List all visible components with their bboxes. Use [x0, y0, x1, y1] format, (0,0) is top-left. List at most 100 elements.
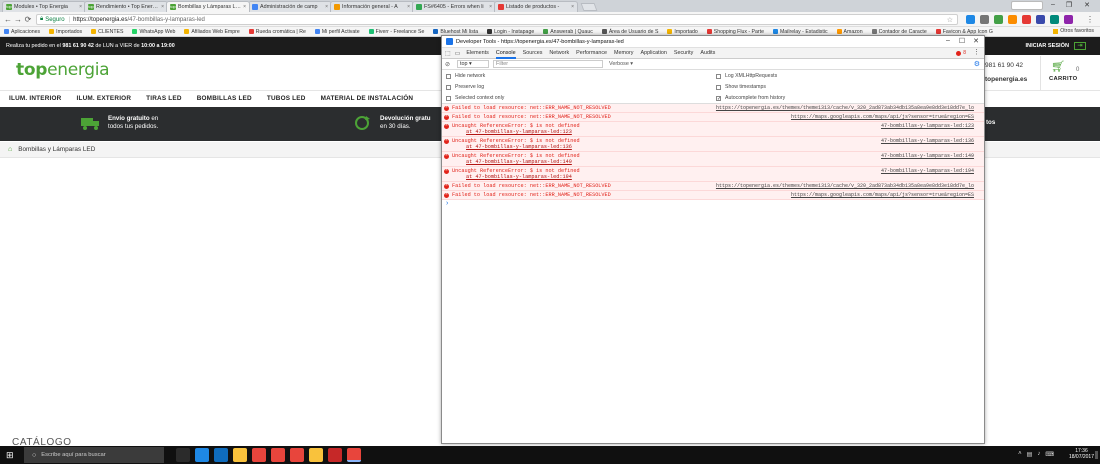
- devtools-tab[interactable]: Memory: [614, 48, 633, 59]
- extension-icon[interactable]: [994, 15, 1003, 24]
- bookmark-item[interactable]: Shopping Flux - Parte: [706, 29, 764, 35]
- console-option[interactable]: Hide network: [446, 73, 485, 79]
- nav-item-tubos-led[interactable]: TUBOS LED: [267, 95, 306, 102]
- browser-tab[interactable]: top Rendimiento • Top Energia ×: [84, 1, 168, 12]
- devtools-tab[interactable]: Audits: [700, 48, 715, 59]
- bookmark-item[interactable]: Favicon & App Icon G: [935, 29, 993, 35]
- checkbox[interactable]: [446, 95, 451, 101]
- console-source-link[interactable]: https://topenergia.es/themes/theme1313/c…: [716, 105, 974, 111]
- inspect-icon[interactable]: ⬚: [445, 50, 451, 57]
- maximize-icon[interactable]: ☐: [956, 37, 968, 45]
- console-error-message[interactable]: × Uncaught ReferenceError: $ is not defin…: [442, 167, 984, 182]
- console-source-link[interactable]: 47-bombillas-y-lamparas-led:149: [881, 153, 974, 159]
- browser-tab[interactable]: top Modules • Top Energia ×: [2, 1, 86, 12]
- devtools-tab[interactable]: Security: [674, 48, 693, 59]
- chevron-up-icon[interactable]: ˄: [1018, 451, 1022, 458]
- stack-trace-link[interactable]: at 47-bombillas-y-lamparas-led:149: [466, 159, 572, 165]
- checkbox[interactable]: [716, 84, 721, 90]
- show-desktop-button[interactable]: [1095, 451, 1098, 459]
- console-error-message[interactable]: × Failed to load resource: net::ERR_NAME_…: [442, 191, 984, 200]
- bookmark-item[interactable]: Mi perfil Activate: [314, 29, 360, 35]
- console-source-link[interactable]: 47-bombillas-y-lamparas-led:194: [881, 168, 974, 174]
- bookmark-item[interactable]: Área de Usuario de S: [601, 29, 658, 35]
- console-source-link[interactable]: 47-bombillas-y-lamparas-led:123: [881, 123, 974, 129]
- device-toolbar-icon[interactable]: ▭: [455, 50, 461, 57]
- console-option[interactable]: ✓ Autocomplete from history: [716, 95, 785, 101]
- browser-tab[interactable]: Administración de camp ×: [248, 1, 332, 12]
- login-link[interactable]: INICIAR SESIÓN ⇥: [1025, 42, 1086, 50]
- windows-start-icon[interactable]: ⊞: [6, 450, 14, 460]
- close-tab-icon[interactable]: ×: [489, 4, 492, 10]
- console-option[interactable]: Log XMLHttpRequests: [716, 73, 777, 79]
- clear-console-icon[interactable]: ⊘: [445, 61, 450, 68]
- keyboard-icon[interactable]: ⌨: [1045, 451, 1054, 458]
- console-error-message[interactable]: × Failed to load resource: net::ERR_NAME_…: [442, 113, 984, 122]
- extension-icon[interactable]: [1036, 15, 1045, 24]
- back-icon[interactable]: ←: [3, 15, 13, 24]
- extension-icon[interactable]: [966, 15, 975, 24]
- bookmark-item[interactable]: Afiliados Web Empre: [184, 29, 240, 35]
- console-error-message[interactable]: × Uncaught ReferenceError: $ is not defin…: [442, 137, 984, 152]
- bookmark-item[interactable]: Bluehost Mi lista: [433, 29, 478, 35]
- close-tab-icon[interactable]: ×: [325, 4, 328, 10]
- minimize-icon[interactable]: –: [942, 37, 954, 44]
- chrome-3-icon[interactable]: [290, 448, 304, 462]
- bookmark-item[interactable]: Contador de Caracte: [871, 29, 927, 35]
- reload-icon[interactable]: ⟳: [23, 15, 33, 24]
- console-settings-icon[interactable]: ⚙: [974, 60, 980, 68]
- home-icon[interactable]: ⌂: [8, 146, 12, 153]
- devtools-menu-icon[interactable]: ⋮: [973, 48, 980, 56]
- close-tab-icon[interactable]: ×: [79, 4, 82, 10]
- taskbar-search[interactable]: ○ Escribe aquí para buscar: [24, 447, 164, 463]
- console-source-link[interactable]: https://maps.googleapis.com/maps/api/js?…: [791, 192, 974, 198]
- devtools-tab[interactable]: Network: [549, 48, 569, 59]
- checkbox[interactable]: [446, 73, 451, 79]
- chrome-2-icon[interactable]: [271, 448, 285, 462]
- edge-icon[interactable]: [195, 448, 209, 462]
- close-tab-icon[interactable]: ×: [161, 4, 164, 10]
- devtools-tab[interactable]: Console: [495, 48, 516, 59]
- nav-item-material-instalacion[interactable]: MATERIAL DE INSTALACIÓN: [321, 95, 414, 102]
- volume-icon[interactable]: ♪: [1037, 451, 1040, 458]
- site-logo[interactable]: topenergia: [16, 60, 110, 80]
- console-filter-input[interactable]: Filter: [493, 60, 604, 68]
- console-option[interactable]: Show timestamps: [716, 84, 766, 90]
- devtools-tab[interactable]: Application: [641, 48, 667, 59]
- bookmark-star-icon[interactable]: ☆: [947, 16, 953, 24]
- console-error-message[interactable]: × Uncaught ReferenceError: $ is not defin…: [442, 122, 984, 137]
- nav-item-tiras-led[interactable]: TIRAS LED: [146, 95, 182, 102]
- new-tab-button[interactable]: [580, 3, 598, 11]
- stack-trace-link[interactable]: at 47-bombillas-y-lamparas-led:194: [466, 174, 572, 180]
- maximize-icon[interactable]: ❐: [1062, 1, 1076, 9]
- address-bar[interactable]: 🔒︎ Seguro | https://topenergia.es/47-bom…: [36, 14, 958, 25]
- browser-tab[interactable]: Información general - A ×: [330, 1, 414, 12]
- extension-icon[interactable]: [1050, 15, 1059, 24]
- log-level-select[interactable]: Verbose ▾: [609, 61, 633, 67]
- extension-icon[interactable]: [1022, 15, 1031, 24]
- close-tab-icon[interactable]: ×: [571, 4, 574, 10]
- console-error-message[interactable]: × Failed to load resource: net::ERR_NAME_…: [442, 104, 984, 113]
- browser-tab[interactable]: Listado de productos - ×: [494, 1, 578, 12]
- bookmark-item[interactable]: WhatsApp Web: [132, 29, 175, 35]
- bookmark-item[interactable]: CLIENTES: [91, 29, 123, 35]
- checkbox[interactable]: [446, 84, 451, 90]
- folder-icon[interactable]: [309, 448, 323, 462]
- console-error-message[interactable]: × Uncaught ReferenceError: $ is not defin…: [442, 152, 984, 167]
- menu-kebab-icon[interactable]: ⋮: [1085, 15, 1095, 24]
- bookmark-item[interactable]: Fiverr - Freelance Se: [368, 29, 424, 35]
- filezilla-icon[interactable]: [328, 448, 342, 462]
- nav-item-interior[interactable]: ILUM. INTERIOR: [9, 95, 62, 102]
- bookmark-item[interactable]: Amazon: [836, 29, 863, 35]
- devtools-tab[interactable]: Elements: [466, 48, 488, 59]
- error-count-badge[interactable]: 8: [956, 50, 966, 56]
- nav-item-exterior[interactable]: ILUM. EXTERIOR: [77, 95, 132, 102]
- context-select[interactable]: top ▾: [457, 60, 490, 68]
- nav-item-bombillas-led[interactable]: BOMBILLAS LED: [197, 95, 252, 102]
- console-error-message[interactable]: × Failed to load resource: net::ERR_NAME_…: [442, 182, 984, 191]
- extension-icon[interactable]: [1064, 15, 1073, 24]
- console-option[interactable]: Selected context only: [446, 95, 504, 101]
- close-tab-icon[interactable]: ×: [243, 4, 246, 10]
- other-bookmarks[interactable]: Otros favoritos: [1053, 28, 1094, 34]
- bookmark-item[interactable]: Answerab | Quauc: [543, 29, 593, 35]
- network-icon[interactable]: ▤: [1027, 451, 1033, 458]
